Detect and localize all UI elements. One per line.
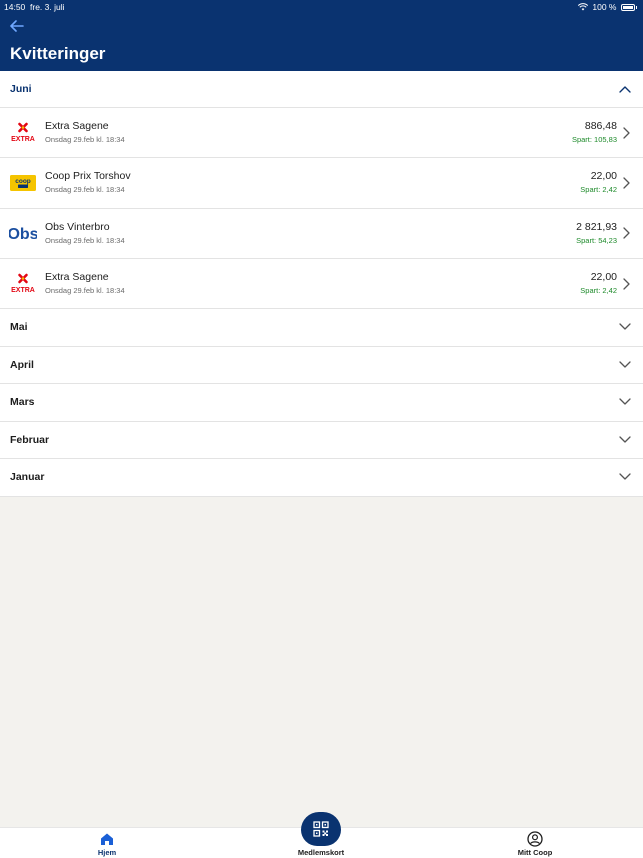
section-header-mai[interactable]: Mai xyxy=(0,309,643,347)
app-header: 14:50 fre. 3. juli 100 % Kvitteringer xyxy=(0,0,643,71)
home-icon xyxy=(101,833,113,845)
receipt-saved: Spart: 2,42 xyxy=(580,185,617,195)
page-title: Kvitteringer xyxy=(10,44,106,63)
section-header-juni[interactable]: Juni xyxy=(0,71,643,108)
section-header-februar[interactable]: Februar xyxy=(0,421,643,460)
battery-icon xyxy=(620,3,635,11)
battery-percent: 100 % xyxy=(592,2,617,12)
receipt-amount: 22,00 xyxy=(590,170,617,183)
tab-label: Medlemskort xyxy=(297,848,345,857)
chevron-down-icon xyxy=(619,473,631,481)
store-name: Extra Sagene xyxy=(45,120,109,132)
receipt-saved: Spart: 105,83 xyxy=(571,135,617,144)
tab-label: Mitt Coop xyxy=(517,848,553,857)
store-name: Coop Prix Torshov xyxy=(45,170,131,183)
receipts-list: Juni EXTRA Extra Sagene Onsdag 29.feb kl… xyxy=(0,71,643,497)
receipt-amount: 22,00 xyxy=(590,270,617,283)
coop-prix-logo: coop xyxy=(8,171,38,195)
tab-profile[interactable]: Mitt Coop xyxy=(485,828,585,858)
extra-logo: EXTRA xyxy=(8,121,38,145)
section-label: Juni xyxy=(10,83,32,95)
wifi-icon xyxy=(578,3,589,11)
receipt-amount: 2 821,93 xyxy=(576,220,617,233)
status-bar: 14:50 fre. 3. juli 100 % xyxy=(0,0,643,14)
qr-code-icon xyxy=(313,821,329,837)
status-indicators: 100 % xyxy=(578,2,637,12)
obs-logo: Obs xyxy=(8,221,38,245)
receipt-saved: Spart: 54,23 xyxy=(576,235,617,245)
section-label: April xyxy=(10,358,34,371)
receipt-date: Onsdag 29.feb kl. 18:34 xyxy=(45,235,125,245)
status-date: fre. 3. juli xyxy=(30,2,65,12)
section-header-april[interactable]: April xyxy=(0,346,643,385)
status-time: 14:50 xyxy=(4,2,26,12)
back-button[interactable] xyxy=(8,18,26,34)
chevron-down-icon xyxy=(619,398,631,406)
arrow-left-icon xyxy=(10,20,24,32)
store-name: Obs Vinterbro xyxy=(45,220,110,233)
receipt-saved: Spart: 2,42 xyxy=(580,285,617,295)
receipt-date: Onsdag 29.feb kl. 18:34 xyxy=(45,285,125,295)
chevron-right-icon xyxy=(623,277,630,290)
section-label: Mars xyxy=(10,396,35,409)
receipt-row[interactable]: coop Coop Prix Torshov Onsdag 29.feb kl.… xyxy=(0,158,643,209)
receipt-row[interactable]: EXTRA Extra Sagene Onsdag 29.feb kl. 18:… xyxy=(0,258,643,310)
tab-home[interactable]: Hjem xyxy=(57,828,157,858)
section-header-januar[interactable]: Januar xyxy=(0,459,643,497)
svg-text:EXTRA: EXTRA xyxy=(11,287,35,294)
chevron-down-icon xyxy=(619,323,631,331)
svg-text:coop: coop xyxy=(15,178,31,185)
svg-text:EXTRA: EXTRA xyxy=(11,136,35,143)
receipt-row[interactable]: Obs Obs Vinterbro Onsdag 29.feb kl. 18:3… xyxy=(0,208,643,259)
extra-logo: EXTRA xyxy=(8,272,38,296)
tab-label: Hjem xyxy=(97,848,117,857)
receipt-amount: 886,48 xyxy=(584,120,617,132)
battery-tip xyxy=(635,5,637,9)
chevron-up-icon xyxy=(619,86,631,93)
chevron-down-icon xyxy=(619,436,631,443)
chevron-right-icon xyxy=(623,177,630,189)
user-icon xyxy=(527,831,543,847)
section-label: Februar xyxy=(10,433,50,446)
svg-text:Obs: Obs xyxy=(9,226,37,242)
chevron-right-icon xyxy=(623,126,630,139)
section-label: Mai xyxy=(10,321,28,334)
receipt-date: Onsdag 29.feb kl. 18:34 xyxy=(45,135,125,144)
receipt-date: Onsdag 29.feb kl. 18:34 xyxy=(45,185,125,195)
chevron-down-icon xyxy=(619,361,631,368)
chevron-right-icon xyxy=(623,227,630,239)
receipt-row[interactable]: EXTRA Extra Sagene Onsdag 29.feb kl. 18:… xyxy=(0,108,643,159)
store-name: Extra Sagene xyxy=(45,270,109,283)
section-label: Januar xyxy=(10,471,45,484)
membership-card-button[interactable] xyxy=(301,812,341,846)
section-header-mars[interactable]: Mars xyxy=(0,384,643,422)
